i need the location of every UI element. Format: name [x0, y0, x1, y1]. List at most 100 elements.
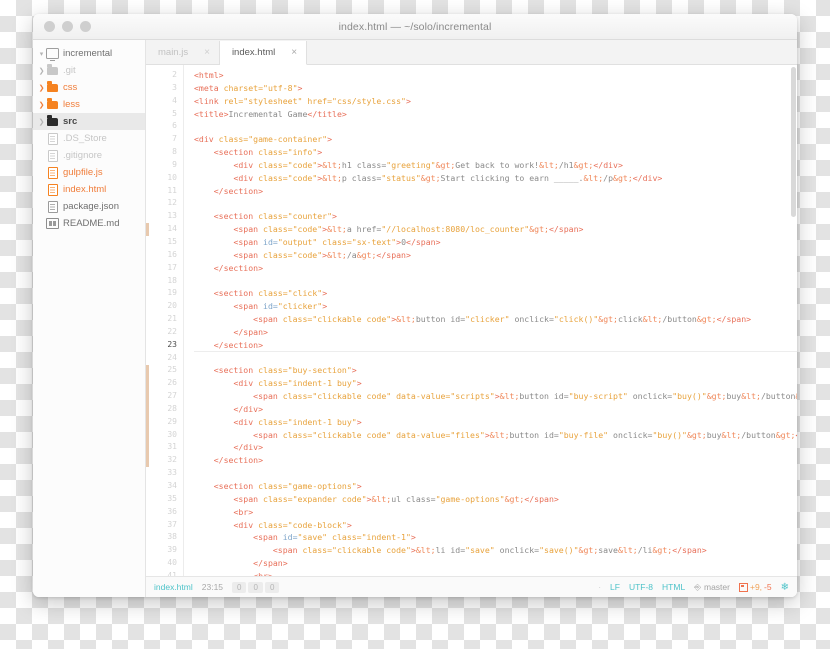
status-git-diff[interactable]: +9, -5 [738, 582, 772, 592]
code-content[interactable]: <html> <meta charset="utf-8"> <link rel="s… [184, 65, 797, 576]
code-line[interactable]: <br> [194, 570, 797, 576]
tree-item-package-json[interactable]: package.json [33, 198, 145, 215]
code-line[interactable]: <span class="clickable code">&lt;li id="… [194, 544, 797, 557]
vertical-scrollbar[interactable] [791, 67, 796, 576]
tree-root-incremental[interactable]: ▾ incremental [33, 45, 145, 62]
code-line[interactable] [194, 275, 797, 288]
code-line[interactable]: <span id="output" class="sx-text">0</spa… [194, 236, 797, 249]
tree-item-ds-store[interactable]: .DS_Store [33, 130, 145, 147]
chevron-right-icon[interactable]: ❯ [37, 84, 46, 92]
tree-item-src[interactable]: ❯ src [33, 113, 145, 130]
code-line[interactable]: <div class="code">&lt;h1 class="greeting… [194, 159, 797, 172]
code-token: "code" [287, 159, 318, 170]
code-line[interactable]: </span> [194, 557, 797, 570]
code-line[interactable] [194, 197, 797, 210]
code-token: "code" [292, 224, 323, 235]
code-line[interactable]: <span class="code">&lt;a href="//localho… [194, 223, 797, 236]
chevron-down-icon[interactable]: ▾ [37, 50, 46, 58]
code-line[interactable]: <meta charset="utf-8"> [194, 82, 797, 95]
close-icon[interactable]: × [204, 47, 210, 58]
code-line[interactable]: <title>Incremental Game</title> [194, 108, 797, 121]
code-token: </section> [213, 455, 264, 466]
code-token: data-value= [391, 429, 451, 440]
status-line-ending[interactable]: LF [610, 582, 620, 592]
code-line[interactable]: </section> [194, 339, 797, 352]
tree-item-label: README.md [63, 218, 120, 229]
code-editor[interactable]: 2 3 4 5 6 7 8 9 10 11 12 13 14 15 16 17 18 19 20 21 22 23 24 25… [146, 65, 797, 576]
minimize-button[interactable] [62, 21, 73, 32]
code-token: "counter" [287, 211, 333, 222]
zoom-button[interactable] [80, 21, 91, 32]
tree-item-label: package.json [63, 201, 119, 212]
chevron-right-icon[interactable]: ❯ [37, 67, 46, 75]
code-line[interactable]: <span class="expander code">&lt;ul class… [194, 493, 797, 506]
code-token: class= [258, 378, 288, 389]
code-line[interactable] [194, 352, 797, 365]
code-line[interactable]: <div class="code">&lt;p class="status"&g… [194, 172, 797, 185]
code-line[interactable]: </div> [194, 441, 797, 454]
status-count-0[interactable]: 0 [232, 581, 247, 593]
code-line[interactable]: <div class="indent-1 buy"> [194, 377, 797, 390]
code-line[interactable]: <span class="clickable code" data-value=… [194, 429, 797, 442]
tree-item-git[interactable]: ❯ .git [33, 62, 145, 79]
code-token: "stylesheet" [243, 95, 303, 106]
code-line[interactable]: <span class="code">&lt;/a&gt;</span> [194, 249, 797, 262]
github-icon[interactable]: ❄ [781, 582, 789, 593]
code-token: data-value= [391, 391, 451, 402]
code-line[interactable] [194, 120, 797, 133]
tree-item-css[interactable]: ❯ css [33, 79, 145, 96]
code-token: </span> [406, 236, 441, 247]
chevron-right-icon[interactable]: ❯ [37, 118, 46, 126]
code-line[interactable]: <div class="code-block"> [194, 519, 797, 532]
code-line[interactable]: </section> [194, 262, 797, 275]
code-line[interactable]: <div class="game-container"> [194, 133, 797, 146]
status-cursor-position[interactable]: 23:15 [202, 582, 223, 592]
code-line[interactable]: <section class="counter"> [194, 210, 797, 223]
code-line[interactable]: </section> [194, 454, 797, 467]
status-diff-removed: -5 [764, 582, 772, 592]
tab-main-js[interactable]: main.js × [146, 41, 220, 64]
close-icon[interactable]: × [291, 47, 297, 58]
code-line[interactable]: <span id="save" class="indent-1"> [194, 531, 797, 544]
tree-item-index-html[interactable]: index.html [33, 181, 145, 198]
code-token: > [351, 365, 357, 376]
code-token: </span> [376, 249, 411, 260]
code-line[interactable] [194, 467, 797, 480]
tree-item-readme-md[interactable]: README.md [33, 215, 145, 232]
tab-index-html[interactable]: index.html × [219, 41, 308, 65]
code-line[interactable]: <br> [194, 506, 797, 519]
code-line[interactable]: <span class="clickable code">&lt;button … [194, 313, 797, 326]
close-button[interactable] [44, 21, 55, 32]
tree-item-less[interactable]: ❯ less [33, 96, 145, 113]
scrollbar-thumb[interactable] [791, 67, 796, 217]
code-line[interactable]: <html> [194, 69, 797, 82]
chevron-right-icon[interactable]: ❯ [37, 101, 46, 109]
code-line[interactable]: <section class="game-options"> [194, 480, 797, 493]
status-counts: 0 0 0 [232, 581, 280, 593]
line-number: 29 [167, 416, 177, 426]
tree-item-gulpfile-js[interactable]: gulpfile.js [33, 164, 145, 181]
code-token: &gt; [613, 172, 633, 183]
code-token: <br> [253, 570, 273, 576]
code-line[interactable]: <section class="click"> [194, 287, 797, 300]
status-encoding[interactable]: UTF-8 [629, 582, 653, 592]
status-git-branch[interactable]: ⎆ master [694, 582, 730, 593]
folder-icon [46, 98, 59, 109]
file-tree-sidebar[interactable]: ▾ incremental ❯ .git ❯ css ❯ less ❯ src .DS_Stor… [33, 40, 146, 597]
status-count-1[interactable]: 0 [248, 581, 263, 593]
code-line[interactable]: <section class="info"> [194, 146, 797, 159]
code-line[interactable]: </span> [194, 326, 797, 339]
code-line[interactable]: <section class="buy-section"> [194, 364, 797, 377]
code-line[interactable]: </div> [194, 403, 797, 416]
code-line[interactable]: <link rel="stylesheet" href="css/style.c… [194, 95, 797, 108]
code-line[interactable]: </section> [194, 185, 797, 198]
code-token: > [327, 134, 333, 145]
tree-item-gitignore[interactable]: .gitignore [33, 147, 145, 164]
code-line[interactable]: <span class="clickable code" data-value=… [194, 390, 797, 403]
code-line[interactable]: <div class="indent-1 buy"> [194, 416, 797, 429]
status-filename[interactable]: index.html [154, 582, 193, 592]
status-grammar[interactable]: HTML [662, 582, 685, 592]
status-count-2[interactable]: 0 [264, 581, 280, 593]
code-line[interactable]: <span id="clicker"> [194, 300, 797, 313]
